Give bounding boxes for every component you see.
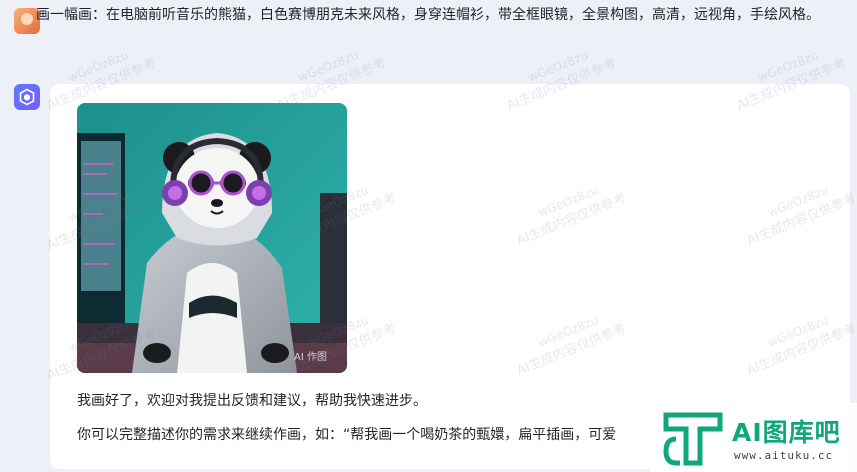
assistant-avatar (14, 84, 40, 110)
panda-illustration (77, 103, 347, 373)
cube-icon (19, 88, 35, 106)
brand-logo-icon (663, 412, 723, 466)
brand-url: www.aituku.cc (734, 449, 834, 462)
user-message-text: 画一幅画：在电脑前听音乐的熊猫，白色赛博朋克未来风格，身穿连帽衫，带全框眼镜，全… (36, 7, 820, 23)
reply-text-line-2: 你可以完整描述你的需求来继续作画，如：“帮我画一个喝奶茶的甄嬛，扁平插画，可爱 (77, 427, 617, 443)
reply-text-line-1: 我画好了，欢迎对我提出反馈和建议，帮助我快速进步。 (77, 393, 427, 409)
ai-image-badge: AI 作图 (294, 352, 327, 363)
generated-image[interactable]: AI 作图 (77, 103, 347, 373)
brand-watermark: AI图库吧 www.aituku.cc (650, 403, 857, 472)
brand-name: AI图库吧 (732, 418, 841, 447)
